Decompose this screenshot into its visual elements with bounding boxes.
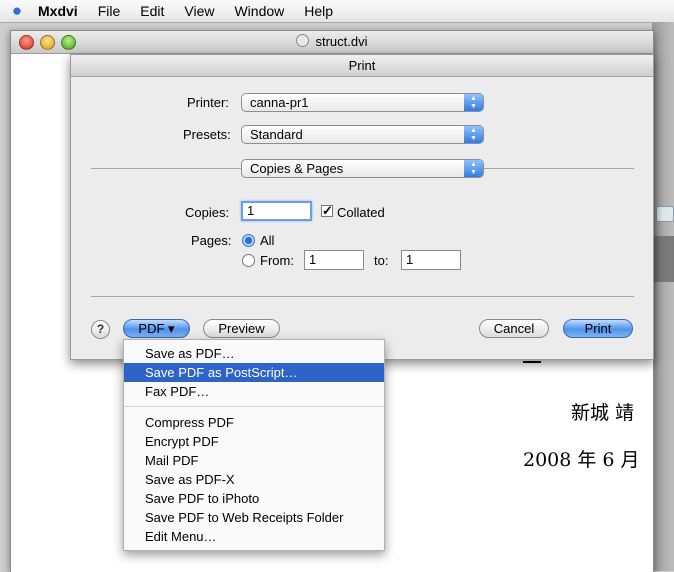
document-titlebar[interactable]: struct.dvi bbox=[11, 31, 653, 54]
menu-item-save-pdf-as-postscript[interactable]: Save PDF as PostScript… bbox=[124, 363, 384, 382]
background-panel bbox=[652, 236, 674, 282]
menu-item-edit-menu[interactable]: Edit Menu… bbox=[124, 527, 384, 546]
menu-item-compress-pdf[interactable]: Compress PDF bbox=[124, 413, 384, 432]
print-dialog: Print Printer: canna-pr1 ▲ ▼ Presets: Sta… bbox=[70, 54, 654, 360]
preview-button[interactable]: Preview bbox=[203, 319, 280, 338]
menu-bar: ● Mxdvi File Edit View Window Help bbox=[0, 0, 674, 23]
menu-item-mail-pdf[interactable]: Mail PDF bbox=[124, 451, 384, 470]
presets-popup[interactable]: Standard ▲ ▼ bbox=[241, 125, 484, 144]
printer-value: canna-pr1 bbox=[250, 95, 309, 110]
menu-edit[interactable]: Edit bbox=[130, 0, 174, 22]
document-title: struct.dvi bbox=[11, 31, 653, 53]
document-title-text: struct.dvi bbox=[315, 34, 368, 49]
menu-help[interactable]: Help bbox=[294, 0, 343, 22]
collated-label: Collated bbox=[337, 205, 385, 220]
print-dialog-title: Print bbox=[71, 55, 653, 77]
menu-item-fax-pdf[interactable]: Fax PDF… bbox=[124, 382, 384, 401]
document-author-text: 新城 靖 bbox=[571, 402, 635, 424]
menu-item-save-pdf-to-web-receipts[interactable]: Save PDF to Web Receipts Folder bbox=[124, 508, 384, 527]
to-label: to: bbox=[374, 253, 389, 268]
background-window-edge bbox=[652, 22, 674, 571]
pages-label: Pages: bbox=[191, 233, 232, 248]
folder-icon bbox=[656, 206, 674, 222]
menu-item-save-pdf-to-iphoto[interactable]: Save PDF to iPhoto bbox=[124, 489, 384, 508]
cancel-button[interactable]: Cancel bbox=[479, 319, 549, 338]
menu-app-mxdvi[interactable]: Mxdvi bbox=[34, 0, 88, 22]
printer-label: Printer: bbox=[187, 95, 229, 110]
apple-icon[interactable]: ● bbox=[0, 0, 34, 22]
divider-right bbox=[484, 168, 634, 169]
menu-file[interactable]: File bbox=[88, 0, 131, 22]
menu-item-save-as-pdf-x[interactable]: Save as PDF-X bbox=[124, 470, 384, 489]
divider-left bbox=[91, 168, 241, 169]
collated-checkbox[interactable]: ✓ bbox=[321, 204, 333, 217]
pdf-menu: Save as PDF… Save PDF as PostScript… Fax… bbox=[123, 339, 385, 551]
copies-label: Copies: bbox=[185, 205, 230, 220]
pdf-button[interactable]: PDF ▾ bbox=[123, 319, 190, 338]
menu-separator bbox=[124, 406, 384, 407]
from-page-field[interactable]: 1 bbox=[304, 250, 364, 270]
menu-view[interactable]: View bbox=[174, 0, 224, 22]
pages-from-radio[interactable] bbox=[242, 254, 255, 267]
help-button[interactable]: ? bbox=[91, 320, 110, 339]
divider-bottom bbox=[91, 296, 634, 297]
document-date-text: 2008 年 6 月 bbox=[523, 449, 640, 471]
print-button[interactable]: Print bbox=[563, 319, 633, 338]
document-proxy-icon[interactable] bbox=[296, 34, 310, 47]
menu-window[interactable]: Window bbox=[224, 0, 294, 22]
menu-item-save-as-pdf[interactable]: Save as PDF… bbox=[124, 344, 384, 363]
popup-arrows-icon: ▲ ▼ bbox=[464, 94, 483, 111]
pages-from-label: From: bbox=[260, 253, 294, 268]
popup-arrows-icon: ▲ ▼ bbox=[464, 160, 483, 177]
copies-field[interactable]: 1 bbox=[241, 201, 312, 221]
printer-popup[interactable]: canna-pr1 ▲ ▼ bbox=[241, 93, 484, 112]
to-page-field[interactable]: 1 bbox=[401, 250, 461, 270]
presets-value: Standard bbox=[250, 127, 303, 142]
pane-value: Copies & Pages bbox=[250, 161, 344, 176]
pages-all-radio[interactable] bbox=[242, 234, 255, 247]
presets-label: Presets: bbox=[183, 127, 231, 142]
menu-item-encrypt-pdf[interactable]: Encrypt PDF bbox=[124, 432, 384, 451]
pane-popup[interactable]: Copies & Pages ▲ ▼ bbox=[241, 159, 484, 178]
popup-arrows-icon: ▲ ▼ bbox=[464, 126, 483, 143]
pages-all-label: All bbox=[260, 233, 275, 248]
